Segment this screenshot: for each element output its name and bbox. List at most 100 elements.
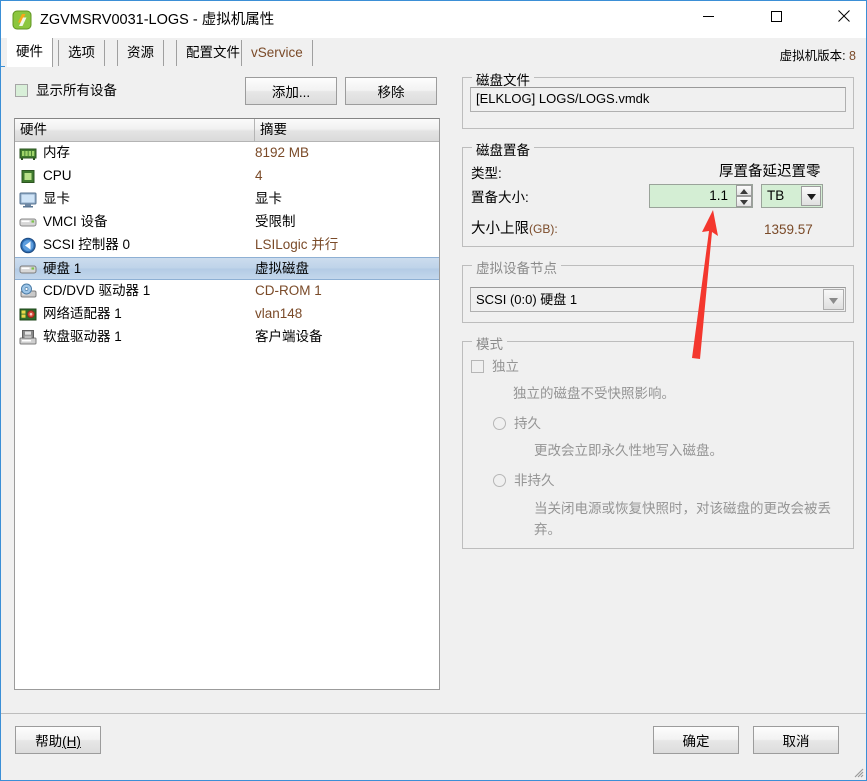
network-adapter-icon xyxy=(19,306,37,323)
scsi-controller-icon xyxy=(19,237,37,254)
vm-version-label: 虚拟机版本: 8 xyxy=(780,45,856,64)
device-name: 硬盘 1 xyxy=(43,261,82,276)
max-size-unit: (GB): xyxy=(529,222,558,236)
resize-grip-icon[interactable] xyxy=(851,765,864,778)
max-size-value: 1359.57 xyxy=(764,222,813,237)
device-summary: vlan148 xyxy=(255,306,303,321)
hardware-rows: 内存 8192 MB CPU 4 显卡 显卡 VMCI 设备 受限制 SCSI 控制器 0 LSI… xyxy=(15,142,439,349)
device-row[interactable]: CD/DVD 驱动器 1 CD-ROM 1 xyxy=(15,280,439,303)
show-all-devices-checkbox[interactable] xyxy=(15,84,28,97)
device-row[interactable]: CPU 4 xyxy=(15,165,439,188)
vm-properties-window: ZGVMSRV0031-LOGS - 虚拟机属性 硬件 选项 资源 配置文件 v… xyxy=(0,0,867,781)
tab-profiles[interactable]: 配置文件 xyxy=(176,40,250,66)
show-all-devices-label: 显示所有设备 xyxy=(36,83,117,98)
device-summary: CD-ROM 1 xyxy=(255,283,322,298)
memory-icon xyxy=(19,145,37,162)
stepper-buttons xyxy=(736,185,752,207)
nonpersistent-mode-radio[interactable] xyxy=(493,474,506,487)
hardware-list-header: 硬件 摘要 xyxy=(15,119,439,142)
vm-properties-icon xyxy=(12,10,32,30)
provisioned-size-label: 置备大小: xyxy=(471,190,529,205)
maximize-icon[interactable] xyxy=(753,1,799,31)
device-row[interactable]: SCSI 控制器 0 LSILogic 并行 xyxy=(15,234,439,257)
device-name: SCSI 控制器 0 xyxy=(43,237,131,252)
disk-file-group-title: 磁盘文件 xyxy=(472,69,534,89)
vm-version-number: 8 xyxy=(849,49,856,63)
provisioning-type-value: 厚置备延迟置零 xyxy=(719,164,821,180)
column-header-summary[interactable]: 摘要 xyxy=(255,119,439,141)
independent-mode-label: 独立 xyxy=(492,359,519,374)
help-button-accelerator: (H) xyxy=(62,734,81,749)
disk-provisioning-group-title: 磁盘置备 xyxy=(472,139,534,159)
device-summary: 8192 MB xyxy=(255,145,310,160)
device-name: CPU xyxy=(43,168,72,183)
chevron-down-icon[interactable] xyxy=(823,289,844,310)
chevron-down-icon[interactable] xyxy=(801,186,821,206)
cpu-icon xyxy=(19,168,37,185)
mode-group-title: 模式 xyxy=(472,333,507,353)
device-name: 网络适配器 1 xyxy=(43,306,122,321)
persistent-mode-label: 持久 xyxy=(514,416,541,431)
tab-options[interactable]: 选项 xyxy=(58,40,105,66)
window-title: ZGVMSRV0031-LOGS - 虚拟机属性 xyxy=(40,12,275,28)
minimize-icon[interactable] xyxy=(685,1,731,31)
cd-dvd-drive-icon xyxy=(19,283,37,300)
add-device-button[interactable]: 添加... xyxy=(245,77,337,105)
independent-mode-checkbox[interactable] xyxy=(471,360,484,373)
tab-accent-line xyxy=(1,66,5,67)
title-bar: ZGVMSRV0031-LOGS - 虚拟机属性 xyxy=(1,1,866,39)
device-row[interactable]: 硬盘 1 虚拟磁盘 xyxy=(15,257,439,280)
footer-divider xyxy=(1,713,866,714)
hard-disk-icon xyxy=(19,261,37,278)
provisioned-size-input[interactable]: 1.1 xyxy=(650,185,732,207)
device-summary: 4 xyxy=(255,168,263,183)
device-summary: 显卡 xyxy=(255,191,282,206)
provisioned-size-stepper[interactable]: 1.1 xyxy=(649,184,753,208)
close-icon[interactable] xyxy=(821,1,866,31)
persistent-mode-description: 更改会立即永久性地写入磁盘。 xyxy=(534,443,723,458)
device-name: 软盘驱动器 1 xyxy=(43,329,122,344)
max-size-label-text: 大小上限 xyxy=(471,221,529,237)
size-unit-value: TB xyxy=(767,188,785,203)
tab-vservice[interactable]: vService xyxy=(241,40,313,66)
independent-mode-description: 独立的磁盘不受快照影响。 xyxy=(513,386,675,401)
help-button-text: 帮助 xyxy=(35,734,63,749)
hardware-list[interactable]: 硬件 摘要 内存 8192 MB CPU 4 显卡 显卡 VMCI 设备 受限制 SCSI 控制… xyxy=(14,118,440,690)
stepper-down-icon[interactable] xyxy=(736,196,752,207)
column-header-hardware[interactable]: 硬件 xyxy=(15,119,255,141)
device-summary: 虚拟磁盘 xyxy=(255,261,309,276)
device-row[interactable]: 网络适配器 1 vlan148 xyxy=(15,303,439,326)
device-name: CD/DVD 驱动器 1 xyxy=(43,283,151,298)
vm-version-text: 虚拟机版本: xyxy=(779,49,846,63)
device-summary: 客户端设备 xyxy=(255,329,323,344)
device-row[interactable]: 内存 8192 MB xyxy=(15,142,439,165)
device-row[interactable]: 显卡 显卡 xyxy=(15,188,439,211)
tab-hardware[interactable]: 硬件 xyxy=(7,38,53,67)
max-size-label: 大小上限(GB): xyxy=(471,220,558,238)
stepper-up-icon[interactable] xyxy=(736,185,752,196)
disk-file-value[interactable]: [ELKLOG] LOGS/LOGS.vmdk xyxy=(470,87,846,112)
help-button[interactable]: 帮助(H) xyxy=(15,726,101,754)
persistent-mode-radio[interactable] xyxy=(493,417,506,430)
device-name: VMCI 设备 xyxy=(43,214,108,229)
virtual-device-node-value: SCSI (0:0) 硬盘 1 xyxy=(476,292,578,307)
nonpersistent-mode-description: 当关闭电源或恢复快照时，对该磁盘的更改会被丢弃。 xyxy=(534,501,831,537)
virtual-device-node-group-title: 虚拟设备节点 xyxy=(472,257,561,277)
remove-device-button[interactable]: 移除 xyxy=(345,77,437,105)
floppy-drive-icon xyxy=(19,329,37,346)
device-name: 内存 xyxy=(43,145,70,160)
provisioning-type-label: 类型: xyxy=(471,166,502,181)
virtual-device-node-select[interactable]: SCSI (0:0) 硬盘 1 xyxy=(470,287,846,312)
device-row[interactable]: 软盘驱动器 1 客户端设备 xyxy=(15,326,439,349)
vmci-device-icon xyxy=(19,214,37,231)
device-summary: LSILogic 并行 xyxy=(255,237,339,252)
video-card-icon xyxy=(19,191,37,208)
ok-button[interactable]: 确定 xyxy=(653,726,739,754)
device-summary: 受限制 xyxy=(255,214,296,229)
size-unit-select[interactable]: TB xyxy=(761,184,823,208)
device-name: 显卡 xyxy=(43,191,70,206)
device-row[interactable]: VMCI 设备 受限制 xyxy=(15,211,439,234)
tab-strip: 硬件 选项 资源 配置文件 vService xyxy=(1,38,866,67)
cancel-button[interactable]: 取消 xyxy=(753,726,839,754)
tab-resources[interactable]: 资源 xyxy=(117,40,164,66)
